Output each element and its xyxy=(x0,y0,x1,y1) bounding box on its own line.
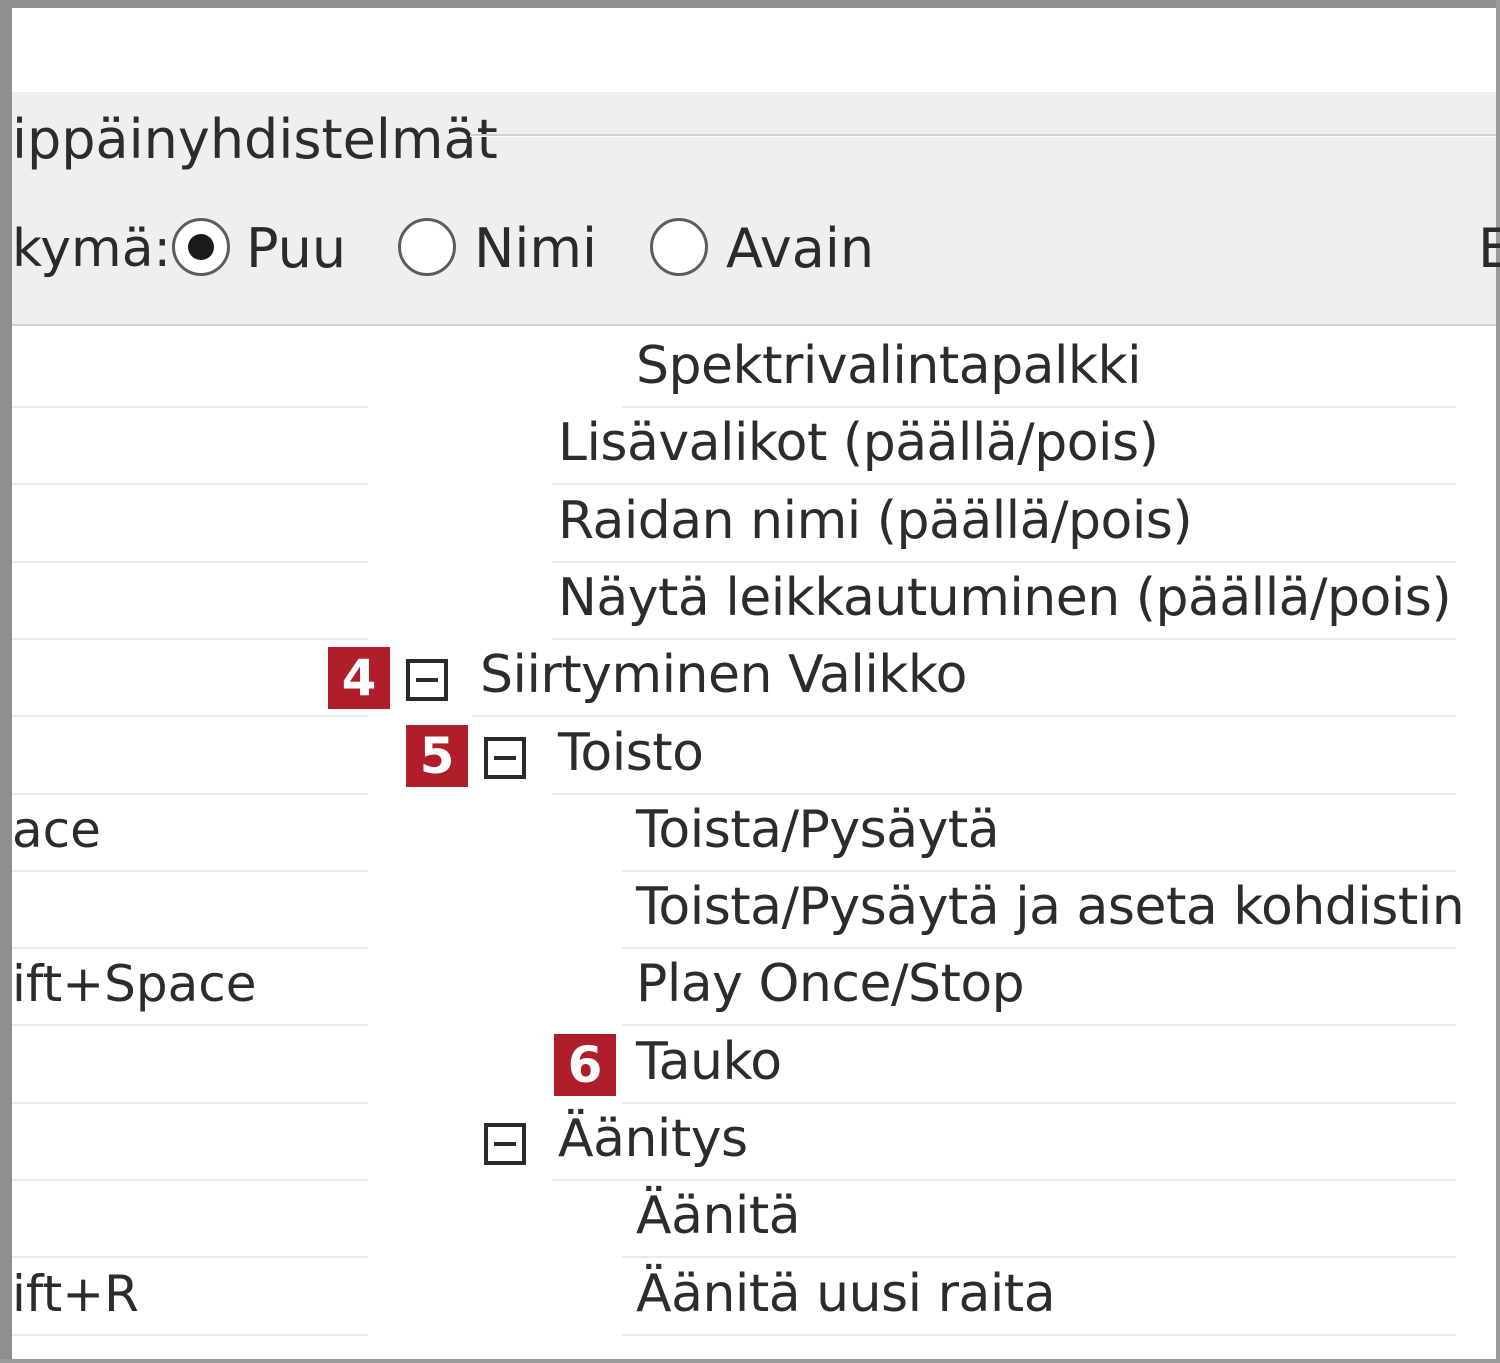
command-label: Toista/Pysäytä ja aseta kohdistin xyxy=(636,877,1465,938)
tree-row[interactable]: Äänitä xyxy=(12,1180,1496,1259)
shortcut-key: ift+Space xyxy=(12,955,257,1014)
callout-badge: 6 xyxy=(554,1033,616,1096)
tree-row[interactable]: 4 Siirtyminen Valikko xyxy=(12,639,1496,718)
radio-name[interactable] xyxy=(398,218,456,276)
command-label: Siirtyminen Valikko xyxy=(480,645,967,706)
tree-row[interactable]: Toista/Pysäytä ja aseta kohdistin xyxy=(12,871,1496,950)
tree-row[interactable]: Spektrivalintapalkki xyxy=(12,330,1496,408)
row-divider xyxy=(622,1333,1456,1336)
tree-row[interactable]: ift+Space Play Once/Stop xyxy=(12,948,1496,1027)
command-label: Äänitä uusi raita xyxy=(636,1263,1056,1324)
window-right-border xyxy=(1496,0,1500,1363)
tree-row[interactable]: 6 Tauko xyxy=(12,1026,1496,1104)
command-label: Spektrivalintapalkki xyxy=(636,336,1142,396)
callout-badge: 4 xyxy=(328,647,390,710)
shortcut-key: ift+R xyxy=(12,1264,139,1323)
command-label: Äänitä xyxy=(636,1186,801,1247)
group-divider-highlight xyxy=(470,136,1496,137)
command-label: Toista/Pysäytä xyxy=(636,799,1000,860)
command-label: Raidan nimi (päällä/pois) xyxy=(558,490,1193,551)
clipped-button-label[interactable]: E xyxy=(1478,218,1500,280)
radio-tree[interactable] xyxy=(172,218,230,276)
tree-row[interactable]: ace Toista/Pysäytä xyxy=(12,794,1496,872)
radio-name-label[interactable]: Nimi xyxy=(474,218,597,280)
collapse-icon[interactable] xyxy=(406,659,448,702)
window-bottom-border xyxy=(0,1359,1500,1363)
tree-row[interactable]: Raidan nimi (päällä/pois) xyxy=(12,485,1496,563)
command-label: Tauko xyxy=(636,1031,782,1092)
radio-tree-label[interactable]: Puu xyxy=(246,218,346,280)
window-top-border xyxy=(0,0,1500,8)
shortcut-key: ace xyxy=(12,800,101,859)
radio-key-label[interactable]: Avain xyxy=(726,218,874,280)
command-label: Äänitys xyxy=(558,1109,748,1169)
command-label: Play Once/Stop xyxy=(636,954,1025,1015)
tree-row[interactable]: ift+R Äänitä uusi raita xyxy=(12,1258,1496,1336)
command-label: Lisävalikot (päällä/pois) xyxy=(558,413,1159,474)
collapse-icon[interactable] xyxy=(484,736,526,779)
command-label: Toisto xyxy=(558,722,704,783)
tree-row[interactable]: 5 Toisto xyxy=(12,717,1496,795)
row-divider xyxy=(12,1333,368,1336)
collapse-icon[interactable] xyxy=(484,1123,526,1165)
tree-row[interactable]: Äänitys xyxy=(12,1103,1496,1181)
radio-key[interactable] xyxy=(650,218,708,276)
view-label: kymä: xyxy=(12,219,172,279)
callout-badge: 5 xyxy=(406,724,468,787)
tree-row[interactable]: Näytä leikkautuminen (päällä/pois) xyxy=(12,562,1496,640)
window-left-border xyxy=(0,0,12,1363)
command-label: Näytä leikkautuminen (päällä/pois) xyxy=(558,567,1452,628)
group-title: ippäinyhdistelmät xyxy=(12,108,498,171)
tree-row[interactable]: Lisävalikot (päällä/pois) xyxy=(12,407,1496,486)
